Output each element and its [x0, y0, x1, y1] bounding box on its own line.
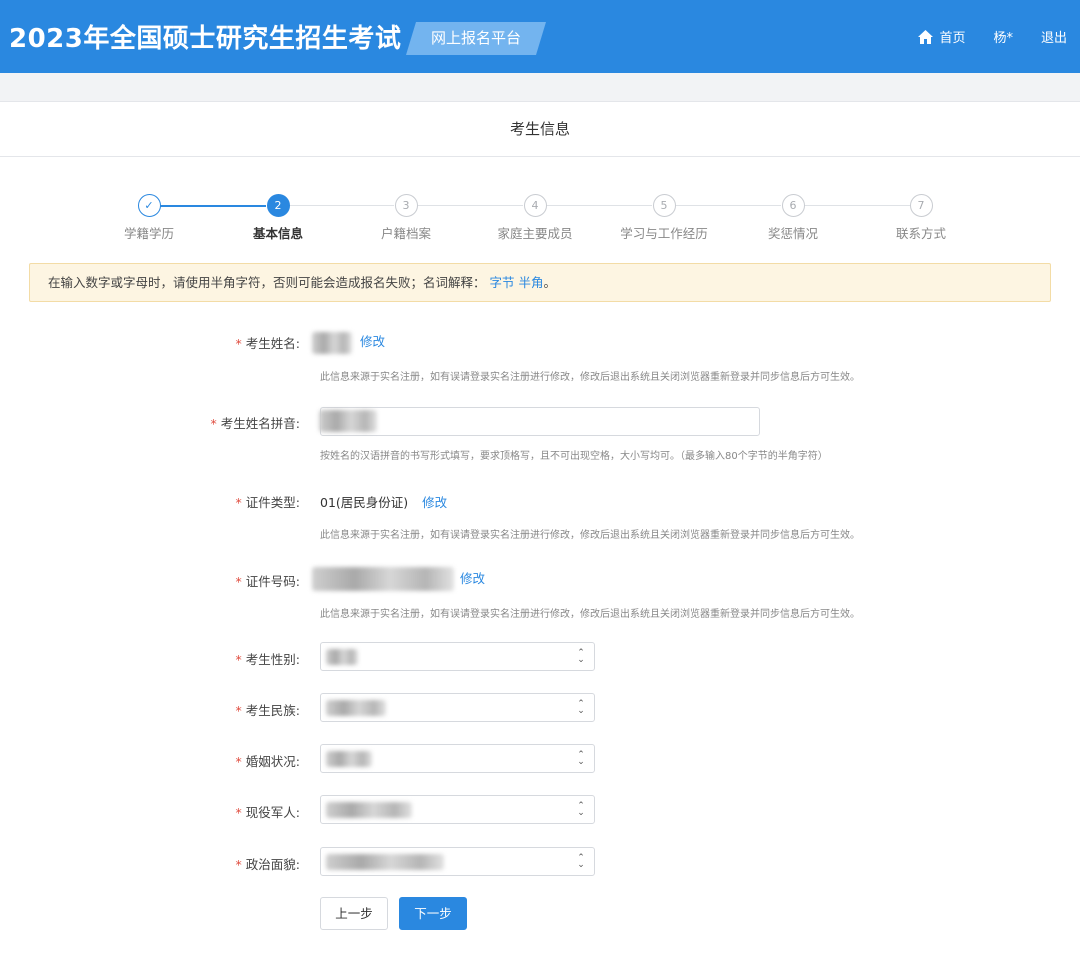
- step-number: 7: [909, 194, 933, 217]
- step-5: 5 学习与工作经历: [604, 194, 724, 242]
- name-value: 修改: [312, 331, 385, 354]
- political-select[interactable]: ⌃ ⌄: [320, 847, 595, 876]
- pinyin-label: * 考生姓名拼音:: [210, 416, 300, 431]
- gender-select[interactable]: ⌃ ⌄: [320, 642, 595, 671]
- candidate-info-card: 考生信息 ✓ 学籍学历 2 基本信息 3 户籍档案 4 家庭主要成员 5 学习与…: [0, 101, 1080, 953]
- select-chevron-icon: ⌃ ⌄: [577, 801, 585, 818]
- name-edit-link[interactable]: 修改: [360, 334, 385, 349]
- nav-home-label: 首页: [939, 31, 966, 46]
- notice-end: 。: [543, 275, 557, 290]
- name-label: * 考生姓名:: [235, 336, 300, 351]
- select-chevron-icon: ⌃ ⌄: [577, 853, 585, 870]
- select-chevron-icon: ⌃ ⌄: [577, 750, 585, 767]
- id-number-edit-link[interactable]: 修改: [460, 571, 485, 586]
- military-redacted: [326, 802, 412, 818]
- step-1: ✓ 学籍学历: [89, 194, 209, 242]
- step-number: 4: [523, 194, 547, 217]
- id-type-value: 01(居民身份证) 修改: [320, 495, 448, 510]
- top-header-bar: 2023年全国硕士研究生招生考试 网上报名平台 首页 杨* 退出: [0, 0, 1080, 73]
- name-help: 此信息来源于实名注册，如有误请登录实名注册进行修改，修改后退出系统且关闭浏览器重…: [320, 372, 860, 383]
- required-mark: *: [210, 416, 217, 431]
- ethnicity-label: * 考生民族:: [235, 703, 300, 718]
- military-label: * 现役军人:: [235, 805, 300, 820]
- required-mark: *: [235, 574, 242, 589]
- marital-label: * 婚姻状况:: [235, 754, 300, 769]
- required-mark: *: [235, 754, 242, 769]
- required-mark: *: [235, 805, 242, 820]
- id-number-help: 此信息来源于实名注册，如有误请登录实名注册进行修改，修改后退出系统且关闭浏览器重…: [320, 609, 860, 620]
- nav-logout-link[interactable]: 退出: [1041, 27, 1067, 46]
- card-title: 考生信息: [0, 102, 1080, 157]
- step-number: 3: [394, 194, 418, 217]
- prev-step-button[interactable]: 上一步: [320, 897, 388, 930]
- select-chevron-icon: ⌃ ⌄: [577, 699, 585, 716]
- required-mark: *: [235, 495, 242, 510]
- notice-text: 在输入数字或字母时，请使用半角字符，否则可能会造成报名失败；名词解释：: [48, 275, 486, 290]
- next-step-button[interactable]: 下一步: [399, 897, 467, 930]
- id-number-label: * 证件号码:: [235, 574, 300, 589]
- step-label: 家庭主要成员: [497, 226, 573, 241]
- progress-steps: ✓ 学籍学历 2 基本信息 3 户籍档案 4 家庭主要成员 5 学习与工作经历 …: [0, 194, 1080, 241]
- step-number: 6: [781, 194, 805, 217]
- halfwidth-explain-link[interactable]: 半角: [519, 275, 544, 290]
- political-redacted: [326, 854, 444, 870]
- id-type-label: * 证件类型:: [235, 495, 300, 510]
- step-label: 奖惩情况: [767, 226, 818, 241]
- select-chevron-icon: ⌃ ⌄: [577, 648, 585, 665]
- site-title: 2023年全国硕士研究生招生考试: [9, 24, 402, 54]
- id-type-edit-link[interactable]: 修改: [422, 495, 447, 510]
- id-number-value: 修改: [312, 567, 485, 591]
- home-icon: [918, 29, 934, 44]
- step-number: 5: [652, 194, 676, 217]
- ethnicity-select[interactable]: ⌃ ⌄: [320, 693, 595, 722]
- step-number: 2: [266, 194, 290, 217]
- gender-label: * 考生性别:: [235, 652, 300, 667]
- top-nav: 首页 杨* 退出: [918, 27, 1067, 46]
- nav-user-name[interactable]: 杨*: [993, 27, 1013, 46]
- required-mark: *: [235, 652, 242, 667]
- id-type-help: 此信息来源于实名注册，如有误请登录实名注册进行修改，修改后退出系统且关闭浏览器重…: [320, 530, 860, 541]
- marital-select[interactable]: ⌃ ⌄: [320, 744, 595, 773]
- military-select[interactable]: ⌃ ⌄: [320, 795, 595, 824]
- step-6: 6 奖惩情况: [733, 194, 853, 242]
- step-label: 学习与工作经历: [620, 226, 708, 241]
- platform-tag: 网上报名平台: [406, 22, 546, 55]
- political-label: * 政治面貌:: [235, 857, 300, 872]
- pinyin-input[interactable]: [319, 407, 760, 436]
- marital-redacted: [326, 751, 372, 767]
- ethnicity-redacted: [326, 700, 386, 716]
- step-check-icon: ✓: [137, 194, 161, 217]
- step-label: 联系方式: [895, 226, 946, 241]
- required-mark: *: [235, 703, 242, 718]
- step-4: 4 家庭主要成员: [475, 194, 595, 242]
- byte-explain-link[interactable]: 字节: [490, 275, 515, 290]
- pinyin-help: 按姓名的汉语拼音的书写形式填写，要求顶格写，且不可出现空格，大小写均可。（最多输…: [320, 451, 828, 462]
- step-3: 3 户籍档案: [346, 194, 466, 242]
- half-width-notice: 在输入数字或字母时，请使用半角字符，否则可能会造成报名失败；名词解释： 字节 半角。: [29, 263, 1051, 302]
- step-label: 户籍档案: [380, 226, 431, 241]
- id-number-redacted: [312, 567, 454, 591]
- step-7: 7 联系方式: [861, 194, 981, 242]
- nav-home-link[interactable]: 首页: [918, 27, 965, 46]
- step-label: 学籍学历: [123, 226, 174, 241]
- required-mark: *: [235, 857, 242, 872]
- name-redacted: [312, 331, 352, 354]
- step-2: 2 基本信息: [218, 194, 338, 242]
- pinyin-redacted: [319, 410, 377, 432]
- required-mark: *: [235, 336, 242, 351]
- step-label: 基本信息: [252, 226, 303, 241]
- gender-redacted: [326, 649, 358, 665]
